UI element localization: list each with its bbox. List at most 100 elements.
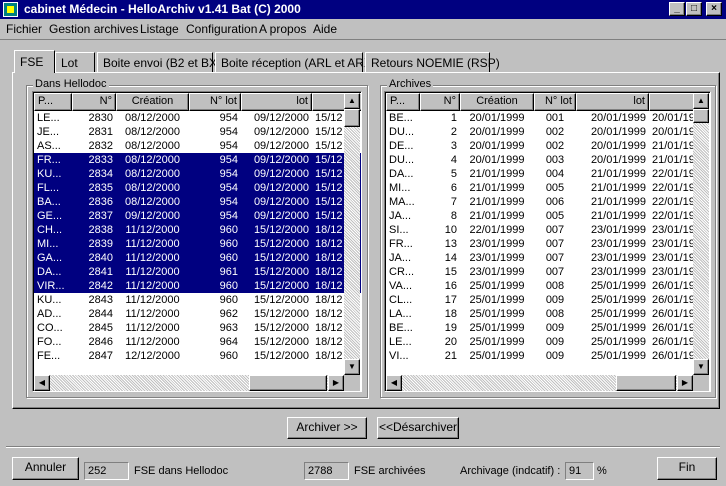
tab-retours-noemie[interactable]: Retours NOEMIE (RSP)	[365, 52, 500, 72]
scroll-thumb[interactable]	[344, 109, 360, 127]
vertical-scrollbar[interactable]: ▲ ▼	[693, 93, 709, 375]
table-row[interactable]: DA... 2841 11/12/2000 961 15/12/2000 18/12	[34, 265, 361, 279]
table-row[interactable]: SI... 10 22/01/1999 007 23/01/1999 23/01/1999	[386, 223, 709, 237]
table-cell: 954	[219, 168, 238, 180]
table-row[interactable]: BE... 1 20/01/1999 001 20/01/1999 20/01/1999	[386, 111, 709, 125]
scroll-thumb[interactable]	[616, 375, 676, 391]
table-row[interactable]: FR... 13 23/01/1999 007 23/01/1999 23/01/1999	[386, 237, 709, 251]
menu-aide[interactable]: Aide	[313, 22, 337, 36]
table-row[interactable]: VA... 16 25/01/1999 008 25/01/1999 26/01/1999	[386, 279, 709, 293]
menu-gestion-archives[interactable]: Gestion archives	[49, 22, 138, 36]
menu-configuration[interactable]: Configuration	[186, 22, 257, 36]
scroll-right-icon[interactable]: ▶	[328, 375, 344, 391]
scroll-up-icon[interactable]: ▲	[693, 93, 709, 109]
close-button[interactable]: ×	[706, 2, 722, 16]
table-row[interactable]: FE... 2847 12/12/2000 960 15/12/2000 18/12	[34, 349, 361, 363]
table-row[interactable]: BE... 19 25/01/1999 009 25/01/1999 26/01/1999	[386, 321, 709, 335]
scroll-up-icon[interactable]: ▲	[344, 93, 360, 109]
table-row[interactable]: KU... 2843 11/12/2000 960 15/12/2000 18/12	[34, 293, 361, 307]
scroll-left-icon[interactable]: ◀	[386, 375, 402, 391]
table-row[interactable]: CL... 17 25/01/1999 009 25/01/1999 26/01/1999	[386, 293, 709, 307]
table-row[interactable]: MI... 6 21/01/1999 005 21/01/1999 22/01/1999	[386, 181, 709, 195]
table-row[interactable]: AD... 2844 11/12/2000 962 15/12/2000 18/12	[34, 307, 361, 321]
table-row[interactable]: LA... 18 25/01/1999 008 25/01/1999 26/01/1999	[386, 307, 709, 321]
list-archives[interactable]: P... N° Création N° lot lot BE... 1 20/01/1999…	[384, 91, 711, 392]
list-hellodoc[interactable]: P... N° Création N° lot lot LE... 2830 08/12/2…	[32, 91, 362, 392]
table-row[interactable]: JE... 2831 08/12/2000 954 09/12/2000 15/12	[34, 125, 361, 139]
archive-button[interactable]: Archiver >>	[287, 417, 367, 439]
menu-listage[interactable]: Listage	[140, 22, 179, 36]
table-row[interactable]: CH... 2838 11/12/2000 960 15/12/2000 18/12	[34, 223, 361, 237]
table-row[interactable]: VIR... 2842 11/12/2000 960 15/12/2000 18/12	[34, 279, 361, 293]
column-header[interactable]: P...	[34, 93, 72, 111]
table-row[interactable]: VI... 21 25/01/1999 009 25/01/1999 26/01/1999	[386, 349, 709, 363]
table-row[interactable]: AS... 2832 08/12/2000 954 09/12/2000 15/12	[34, 139, 361, 153]
table-cell: VI...	[389, 350, 409, 362]
table-cell: SI...	[389, 224, 409, 236]
maximize-button[interactable]: □	[686, 2, 702, 16]
table-cell: 954	[219, 140, 238, 152]
horizontal-scrollbar[interactable]: ◀ ▶	[386, 375, 693, 391]
menu-fichier[interactable]: Fichier	[6, 22, 42, 36]
table-row[interactable]: DU... 2 20/01/1999 002 20/01/1999 20/01/1999	[386, 125, 709, 139]
scroll-thumb[interactable]	[693, 109, 709, 123]
table-cell: FE...	[37, 350, 61, 362]
column-header[interactable]: Création	[116, 93, 189, 111]
scroll-right-icon[interactable]: ▶	[677, 375, 693, 391]
table-row[interactable]: LE... 20 25/01/1999 009 25/01/1999 26/01/1999	[386, 335, 709, 349]
column-header[interactable]: lot	[241, 93, 312, 111]
table-row[interactable]: BA... 2836 08/12/2000 954 09/12/2000 15/12	[34, 195, 361, 209]
table-cell: 3	[450, 140, 457, 152]
vertical-scrollbar[interactable]: ▲ ▼	[344, 93, 360, 375]
table-row[interactable]: DU... 4 20/01/1999 003 20/01/1999 21/01/1999	[386, 153, 709, 167]
cancel-button[interactable]: Annuler	[12, 457, 79, 480]
scroll-thumb[interactable]	[249, 375, 327, 391]
table-row[interactable]: FL... 2835 08/12/2000 954 09/12/2000 15/12	[34, 181, 361, 195]
table-row[interactable]: MI... 2839 11/12/2000 960 15/12/2000 18/12	[34, 237, 361, 251]
table-cell: 961	[219, 266, 238, 278]
fin-button[interactable]: Fin	[657, 457, 717, 480]
tab-boite-envoi[interactable]: Boite envoi (B2 et BX)	[97, 52, 221, 72]
column-header[interactable]: N° lot	[189, 93, 241, 111]
column-header[interactable]: N° lot	[534, 93, 576, 111]
tab-fse[interactable]: FSE	[14, 50, 55, 73]
table-cell: 09/12/2000	[253, 210, 309, 222]
table-row[interactable]: FO... 2846 11/12/2000 964 15/12/2000 18/12	[34, 335, 361, 349]
column-header[interactable]: lot	[576, 93, 649, 111]
scroll-left-icon[interactable]: ◀	[34, 375, 50, 391]
column-header[interactable]: N°	[72, 93, 116, 111]
column-header[interactable]: P...	[386, 93, 420, 111]
table-cell: FL...	[37, 182, 60, 194]
table-row[interactable]: MA... 7 21/01/1999 006 21/01/1999 22/01/1999	[386, 195, 709, 209]
table-row[interactable]: KU... 2834 08/12/2000 954 09/12/2000 15/12	[34, 167, 361, 181]
table-cell: 08/12/2000	[124, 154, 181, 166]
minimize-button[interactable]: _	[669, 2, 685, 16]
tab-boite-reception[interactable]: Boite réception (ARL et ARX)	[215, 52, 376, 72]
table-row[interactable]: CR... 15 23/01/1999 007 23/01/1999 23/01/1999	[386, 265, 709, 279]
table-row[interactable]: GA... 2840 11/12/2000 960 15/12/2000 18/12	[34, 251, 361, 265]
table-row[interactable]: LE... 2830 08/12/2000 954 09/12/2000 15/12	[34, 111, 361, 125]
horizontal-scrollbar[interactable]: ◀ ▶	[34, 375, 344, 391]
table-row[interactable]: FR... 2833 08/12/2000 954 09/12/2000 15/12	[34, 153, 361, 167]
tab-lot[interactable]: Lot	[55, 52, 95, 72]
table-cell: 2843	[88, 294, 113, 306]
table-cell: GA...	[37, 252, 63, 264]
scroll-down-icon[interactable]: ▼	[344, 359, 360, 375]
table-row[interactable]: DA... 5 21/01/1999 004 21/01/1999 22/01/1999	[386, 167, 709, 181]
unarchive-button[interactable]: <<Désarchiver	[377, 417, 459, 439]
column-header[interactable]: N°	[420, 93, 460, 111]
table-row[interactable]: JA... 14 23/01/1999 007 23/01/1999 23/01/1999	[386, 251, 709, 265]
table-row[interactable]: CO... 2845 11/12/2000 963 15/12/2000 18/12	[34, 321, 361, 335]
menu-a-propos[interactable]: A propos	[259, 22, 306, 36]
table-cell: 15/12/2000	[253, 280, 309, 292]
table-row[interactable]: JA... 8 21/01/1999 005 21/01/1999 22/01/1999	[386, 209, 709, 223]
table-cell: 964	[219, 336, 238, 348]
table-row[interactable]: GE... 2837 09/12/2000 954 09/12/2000 15/12	[34, 209, 361, 223]
table-cell: 09/12/2000	[253, 154, 309, 166]
table-cell: 25/01/1999	[469, 322, 525, 334]
list-header: P... N° Création N° lot lot	[34, 93, 361, 111]
table-cell: 001	[545, 112, 565, 124]
table-row[interactable]: DE... 3 20/01/1999 002 20/01/1999 21/01/1999	[386, 139, 709, 153]
column-header[interactable]: Création	[460, 93, 534, 111]
scroll-down-icon[interactable]: ▼	[693, 359, 709, 375]
